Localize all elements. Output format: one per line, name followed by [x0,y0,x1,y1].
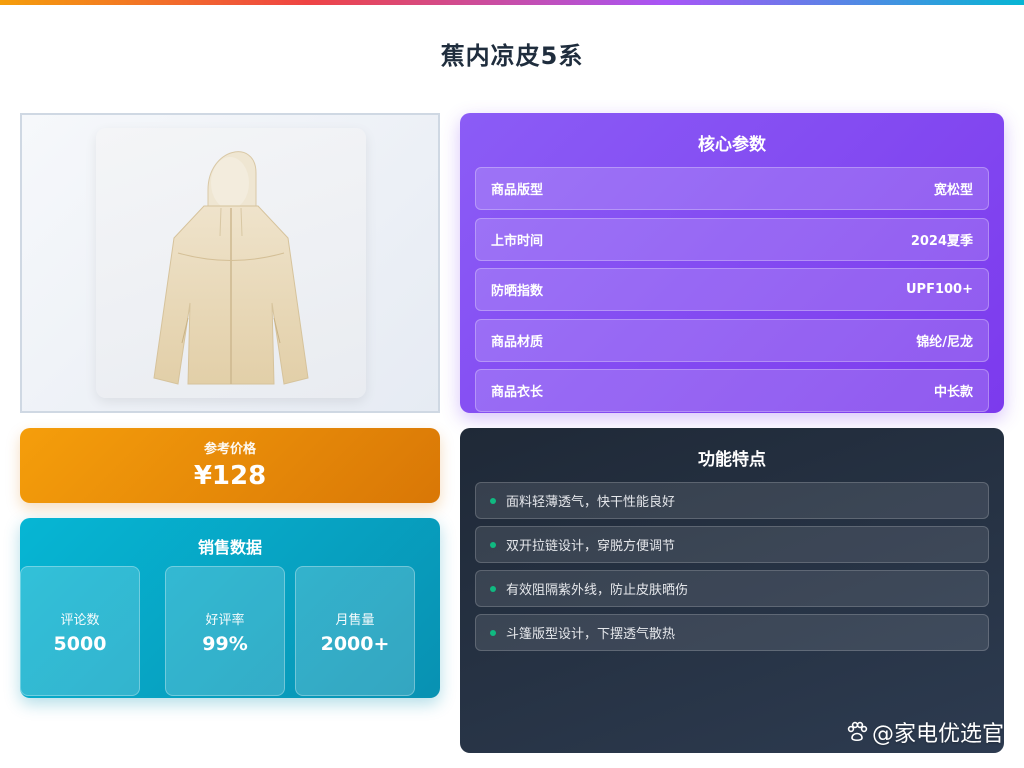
spec-row-release: 上市时间 2024夏季 [475,218,989,261]
stat-value: 99% [202,633,248,655]
spec-row-length: 商品衣长 中长款 [475,369,989,412]
sales-data-card: 销售数据 好评率 99% 月售量 2000+ 评论数 5000 [20,518,440,698]
sales-title: 销售数据 [197,538,262,557]
feature-text: 双开拉链设计，穿脱方便调节 [506,539,676,554]
spec-label: 商品版型 [491,183,544,198]
product-image [96,128,366,398]
spec-label: 上市时间 [491,234,544,249]
feature-item: 面料轻薄透气，快干性能良好 [475,482,989,519]
features-title: 功能特点 [698,450,766,470]
price-value: ¥128 [193,461,267,491]
stat-rating: 好评率 99% [165,566,285,696]
stat-monthly-sales: 月售量 2000+ [295,566,415,696]
spec-value: 锦纶/尼龙 [916,335,973,350]
core-specs-card: 核心参数 商品版型 宽松型 上市时间 2024夏季 防晒指数 UPF100+ 商… [460,113,1004,413]
stat-label: 好评率 [205,613,245,628]
feature-text: 有效阻隔紫外线，防止皮肤晒伤 [506,583,689,598]
bullet-dot-icon [490,629,496,636]
bullet-dot-icon [490,541,496,548]
spec-row-fit: 商品版型 宽松型 [475,167,989,210]
spec-label: 商品衣长 [491,385,544,400]
stat-value: 5000 [53,633,107,655]
spec-row-upf: 防晒指数 UPF100+ [475,268,989,311]
jacket-illustration [153,151,309,385]
spec-value: 2024夏季 [910,234,973,249]
spec-value: 中长款 [933,385,973,400]
watermark-text: @家电优选官 [871,722,1004,747]
price-card: 参考价格 ¥128 [20,428,440,503]
watermark: @家电优选官 [846,716,1004,748]
feature-item: 斗篷版型设计，下摆透气散热 [475,614,989,651]
specs-title: 核心参数 [698,135,766,155]
stat-value: 2000+ [320,633,390,655]
feature-item: 双开拉链设计，穿脱方便调节 [475,526,989,563]
stat-label: 评论数 [60,613,100,628]
spec-value: 宽松型 [933,183,973,198]
bullet-dot-icon [490,497,496,504]
stat-reviews: 评论数 5000 [20,566,140,696]
paw-icon [847,721,868,742]
top-gradient-bar [0,0,1024,5]
product-image-panel [20,113,440,413]
bullet-dot-icon [490,585,496,592]
feature-text: 面料轻薄透气，快干性能良好 [506,495,676,510]
spec-label: 商品材质 [491,335,544,350]
stat-label: 月售量 [335,613,375,628]
spec-value: UPF100+ [906,282,973,297]
spec-row-material: 商品材质 锦纶/尼龙 [475,319,989,362]
page-title: 蕉内凉皮5系 [440,42,584,70]
feature-text: 斗篷版型设计，下摆透气散热 [506,627,676,642]
features-card: 功能特点 面料轻薄透气，快干性能良好 双开拉链设计，穿脱方便调节 有效阻隔紫外线… [460,428,1004,753]
feature-item: 有效阻隔紫外线，防止皮肤晒伤 [475,570,989,607]
price-label: 参考价格 [203,442,256,457]
spec-label: 防晒指数 [491,284,544,299]
